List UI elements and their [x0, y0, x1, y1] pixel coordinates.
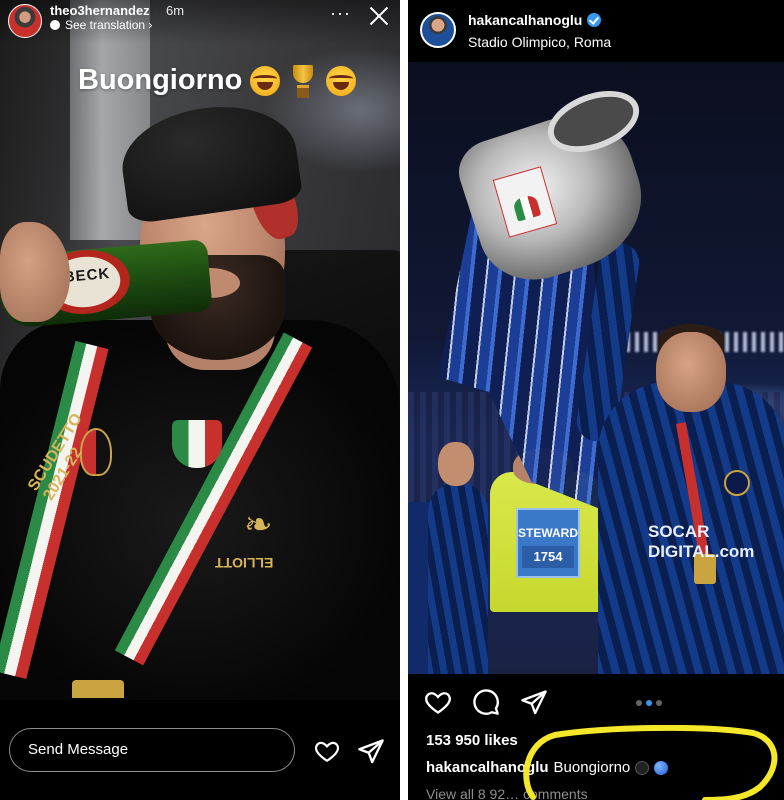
- like-count[interactable]: 153 950 likes: [426, 732, 518, 749]
- verified-icon: [587, 13, 602, 27]
- pager-dot-active: [646, 700, 652, 706]
- story-panel: BECK ❧ SCUDETTO 2021-22 ELLIOTT theo3her…: [0, 0, 400, 800]
- puma-logo-icon: ❧: [244, 506, 273, 544]
- post-username[interactable]: hakancalhanoglu: [468, 12, 582, 28]
- caption-text: Buongiorno: [553, 759, 631, 776]
- player-right-head: [656, 332, 726, 412]
- blue-circle-emoji-icon: [654, 760, 669, 775]
- caption-username[interactable]: hakancalhanoglu: [426, 759, 549, 776]
- story-caption-text: Buongiorno: [78, 64, 243, 96]
- comment-icon[interactable]: [472, 688, 500, 716]
- post-photo[interactable]: STEWARD 1754 SOCAR DIGITAL.com: [408, 62, 784, 674]
- send-icon[interactable]: [357, 737, 385, 765]
- story-username[interactable]: theo3hernandez: [50, 3, 150, 18]
- story-header: theo3hernandez 6m See translation › ···: [0, 0, 400, 44]
- send-message-input[interactable]: Send Message: [9, 728, 295, 772]
- player-edge: [408, 502, 430, 674]
- avatar[interactable]: [420, 12, 456, 48]
- post-caption: hakancalhanoglu Buongiorno: [426, 759, 669, 776]
- shirt-sponsor: SOCAR DIGITAL.com: [648, 522, 755, 561]
- translate-icon: [50, 20, 60, 30]
- pager-dot: [656, 700, 662, 706]
- post-username-row[interactable]: hakancalhanoglu: [468, 12, 602, 28]
- story-photo: BECK ❧ SCUDETTO 2021-22 ELLIOTT: [0, 0, 400, 700]
- send-icon[interactable]: [520, 688, 548, 716]
- more-icon[interactable]: ···: [330, 3, 351, 24]
- laughing-emoji-icon: [250, 65, 281, 96]
- player-left: [428, 482, 488, 674]
- italy-flag-patch: [172, 420, 222, 468]
- trophy-emoji-icon: [288, 64, 318, 98]
- laughing-emoji-icon: [326, 65, 357, 96]
- pager-dot: [636, 700, 642, 706]
- black-circle-emoji-icon: [635, 760, 650, 775]
- steward-badge: STEWARD 1754: [516, 508, 580, 578]
- see-translation-link[interactable]: See translation ›: [50, 18, 152, 32]
- close-icon[interactable]: [366, 4, 392, 30]
- see-translation-label: See translation ›: [65, 18, 153, 32]
- player-left-head: [438, 442, 474, 486]
- steward-number: 1754: [522, 546, 574, 568]
- story-caption: Buongiorno: [78, 64, 357, 98]
- player-hand: [0, 222, 70, 322]
- post-panel: hakancalhanoglu Stadio Olimpico, Roma ST…: [408, 0, 784, 800]
- post-header: hakancalhanoglu Stadio Olimpico, Roma: [408, 0, 784, 62]
- post-location[interactable]: Stadio Olimpico, Roma: [468, 34, 611, 50]
- heart-icon[interactable]: [424, 688, 452, 716]
- panel-divider: [400, 0, 408, 800]
- view-comments-link[interactable]: View all 8 92… comments: [426, 786, 588, 800]
- steward-label: STEWARD: [518, 526, 578, 540]
- heart-icon[interactable]: [314, 738, 340, 764]
- shirt-text-right: ELLIOTT: [215, 555, 274, 571]
- story-timestamp: 6m: [166, 3, 185, 18]
- carousel-pager: [636, 700, 662, 706]
- avatar[interactable]: [8, 4, 42, 38]
- inter-crest-icon: [724, 470, 750, 496]
- medal: [72, 680, 124, 698]
